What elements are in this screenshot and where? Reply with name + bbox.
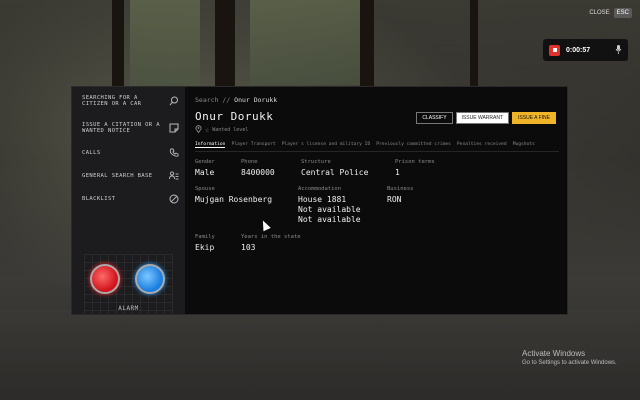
watermark-subtitle: Go to Settings to activate Windows. <box>522 360 617 366</box>
esc-key-badge[interactable]: ESC <box>613 8 632 18</box>
tab-mugshots[interactable]: Mugshots <box>513 142 535 148</box>
sidebar-item-label: SEARCHING FOR A CITIZEN OR A CAR <box>82 94 142 108</box>
sidebar-item-label: BLACKLIST <box>82 195 116 202</box>
tab-penalties[interactable]: Penalties received <box>457 142 507 148</box>
breadcrumb: Search // Onur Dorukk <box>195 96 557 104</box>
prison-terms-value: 1 <box>395 168 400 177</box>
issue-fine-button[interactable]: ISSUE A FINE <box>512 112 556 124</box>
family-value: Ekip <box>195 243 215 252</box>
stop-icon[interactable] <box>549 44 560 56</box>
years-label: Years in the state <box>241 234 301 240</box>
years-field: Years in the state 103 <box>241 234 301 253</box>
breadcrumb-current: Onur Dorukk <box>234 96 278 104</box>
background-pillar <box>112 0 124 90</box>
blue-alarm-button[interactable] <box>135 264 165 294</box>
breadcrumb-separator: // <box>222 96 231 104</box>
red-alarm-button[interactable] <box>90 264 120 294</box>
family-label: Family <box>195 234 215 240</box>
accommodation-second: Not available <box>298 205 361 214</box>
years-value: 103 <box>241 243 256 252</box>
sidebar-item-citation[interactable]: ISSUE A CITATION OR A WANTED NOTICE <box>72 115 185 141</box>
search-icon <box>168 95 180 107</box>
action-buttons: CLASSIFY ISSUE WARRANT ISSUE A FINE <box>416 112 556 124</box>
tab-player-transport[interactable]: Player Transport <box>231 142 275 148</box>
phone-field: Phone 8400000 <box>241 159 275 178</box>
classify-button[interactable]: CLASSIFY <box>416 112 453 124</box>
record-tabs: Information Player Transport Player s li… <box>195 142 559 152</box>
sidebar-item-label: GENERAL SEARCH BASE <box>82 172 153 179</box>
main-content: Search // Onur Dorukk Onur Dorukk ☆ Want… <box>185 87 567 314</box>
structure-field: Structure Central Police <box>301 159 368 178</box>
location-pin-icon <box>195 125 202 135</box>
mic-icon[interactable] <box>615 44 622 56</box>
business-value: RON <box>387 195 402 204</box>
windows-activation-watermark: Activate Windows Go to Settings to activ… <box>522 349 617 366</box>
gender-field: Gender Male <box>195 159 215 178</box>
close-control[interactable]: CLOSE ESC <box>589 8 632 18</box>
tab-information[interactable]: Information <box>195 142 226 148</box>
breadcrumb-root[interactable]: Search <box>195 96 218 104</box>
alarm-label: ALARM <box>118 305 139 312</box>
sidebar-item-calls[interactable]: CALLS <box>72 142 185 164</box>
business-field: Business RON <box>387 186 414 205</box>
sidebar-item-label: CALLS <box>82 149 101 156</box>
spouse-field: Spouse Mujgan Rosenberg <box>195 186 272 205</box>
family-field: Family Ekip <box>195 234 215 253</box>
people-list-icon <box>168 170 180 182</box>
background-pillar <box>215 0 235 90</box>
alarm-area: ALARM <box>84 254 173 314</box>
structure-label: Structure <box>301 159 331 165</box>
phone-value: 8400000 <box>241 168 275 177</box>
business-label: Business <box>387 186 414 192</box>
note-icon <box>168 122 180 134</box>
gender-value: Male <box>195 168 215 177</box>
gender-label: Gender <box>195 159 215 165</box>
background-window <box>250 0 370 85</box>
phone-icon <box>168 147 180 159</box>
sidebar-item-blacklist[interactable]: BLACKLIST <box>72 188 185 210</box>
accommodation-value: House 1881 Not available Not available <box>298 195 361 225</box>
issue-warrant-button[interactable]: ISSUE WARRANT <box>455 112 510 124</box>
sidebar-item-search[interactable]: SEARCHING FOR A CITIZEN OR A CAR <box>72 88 185 114</box>
wanted-level-label: Wanted level <box>212 127 249 133</box>
close-label: CLOSE <box>589 10 610 16</box>
spouse-label: Spouse <box>195 186 215 192</box>
blocked-icon <box>168 193 180 205</box>
background-pillar <box>470 0 478 90</box>
background-window <box>130 0 200 90</box>
accommodation-house: House 1881 <box>298 195 347 204</box>
tab-previous-crimes[interactable]: Previously committed crimes <box>376 142 451 148</box>
sidebar-item-general-search[interactable]: GENERAL SEARCH BASE <box>72 165 185 187</box>
background-pillar <box>360 0 374 90</box>
call-timer: 0:00:57 <box>566 46 591 54</box>
accommodation-field: Accommodation House 1881 Not available N… <box>298 186 361 225</box>
prison-terms-label: Prison terms <box>395 159 435 165</box>
wanted-level-row: ☆ Wanted level <box>195 125 557 135</box>
sidebar: SEARCHING FOR A CITIZEN OR A CAR ISSUE A… <box>72 87 185 314</box>
phone-label: Phone <box>241 159 258 165</box>
watermark-title: Activate Windows <box>522 349 586 358</box>
structure-value: Central Police <box>301 168 369 177</box>
spouse-value: Mujgan Rosenberg <box>195 195 273 204</box>
sidebar-item-label: ISSUE A CITATION OR A WANTED NOTICE <box>82 121 160 135</box>
accommodation-label: Accommodation <box>298 186 342 192</box>
tab-license-military-id[interactable]: Player s license and military ID <box>282 142 371 148</box>
call-widget: 0:00:57 <box>543 39 628 61</box>
prison-terms-field: Prison terms 1 <box>395 159 435 178</box>
star-icon: ☆ <box>205 126 210 134</box>
police-terminal-panel: SEARCHING FOR A CITIZEN OR A CAR ISSUE A… <box>71 86 568 315</box>
accommodation-third: Not available <box>298 215 361 224</box>
